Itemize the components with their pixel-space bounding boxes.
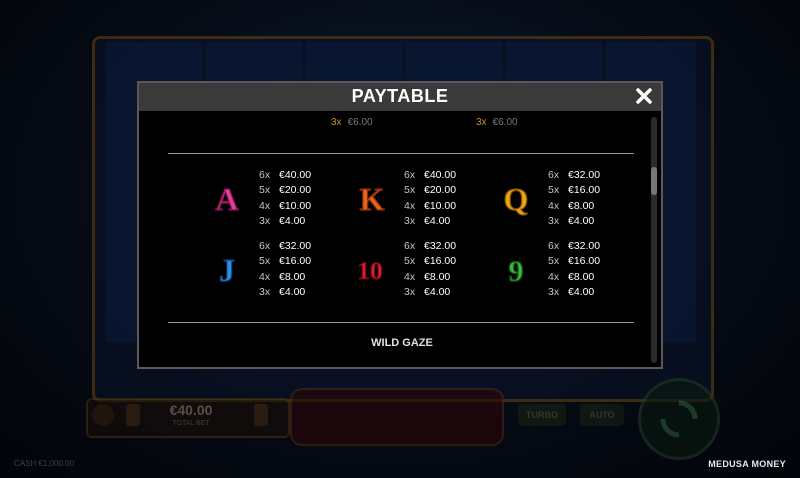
turbo-button[interactable]: TURBO — [518, 404, 566, 426]
bottom-controls: €40.00 TOTAL BET TURBO AUTO — [86, 388, 714, 446]
payout-list-10: 6x €32.00 5x €16.00 4x €8.00 3x €4.00 — [404, 240, 457, 299]
symbol-9-icon: 9 — [508, 254, 524, 288]
svg-text:K: K — [360, 181, 385, 217]
payout-list-q: 6x €32.00 5x €16.00 4x €8.00 3x €4.00 — [548, 169, 601, 228]
refresh-icon — [660, 400, 698, 438]
svg-text:10: 10 — [357, 256, 382, 285]
divider — [168, 322, 634, 323]
symbol-j-icon: J — [218, 251, 235, 288]
partial-payout-row: 3x €6.00 — [476, 117, 518, 128]
scrollbar-thumb[interactable] — [651, 167, 657, 195]
total-bet-label: TOTAL BET — [172, 420, 210, 427]
svg-text:9: 9 — [509, 255, 524, 288]
scrollbar[interactable] — [651, 117, 657, 363]
close-button[interactable] — [633, 85, 655, 107]
paytable-modal: PAYTABLE 3x €6.00 3x €6.00 A 6x €40.00 5x €2… — [137, 81, 663, 369]
total-bet-value: €40.00 — [169, 402, 213, 418]
close-icon — [636, 88, 652, 104]
svg-text:J: J — [219, 252, 235, 288]
info-button[interactable] — [92, 404, 114, 426]
game-brand: MEDUSA MONEY — [708, 459, 786, 469]
section-title-wild-gaze: WILD GAZE — [371, 337, 433, 349]
symbol-q-icon: Q — [503, 180, 529, 217]
symbol-a-icon: A — [215, 180, 239, 217]
spin-button[interactable] — [638, 378, 720, 460]
paytable-content[interactable]: 3x €6.00 3x €6.00 A 6x €40.00 5x €20.00 4x €1… — [139, 111, 661, 369]
payout-list-a: 6x €40.00 5x €20.00 4x €10.00 3x €4.00 — [259, 169, 312, 228]
symbol-k-icon: K — [359, 180, 385, 217]
divider — [168, 153, 634, 154]
symbol-10-icon: 10 — [357, 255, 384, 285]
bet-increase-button[interactable] — [254, 404, 268, 426]
svg-text:A: A — [215, 181, 238, 217]
svg-text:Q: Q — [504, 181, 529, 217]
spin-panel — [290, 388, 504, 446]
payout-list-9: 6x €32.00 5x €16.00 4x €8.00 3x €4.00 — [548, 240, 601, 299]
payout-list-j: 6x €32.00 5x €16.00 4x €8.00 3x €4.00 — [259, 240, 312, 299]
bet-decrease-button[interactable] — [126, 404, 140, 426]
partial-payout-row: 3x €6.00 — [331, 117, 373, 128]
multiplier: 3x — [476, 117, 487, 128]
modal-title: PAYTABLE — [351, 86, 449, 106]
balance-info: CASH €1,000.00 — [14, 459, 75, 468]
auto-button[interactable]: AUTO — [580, 404, 624, 426]
multiplier: 3x — [331, 117, 342, 128]
payout-amount: €6.00 — [492, 117, 518, 128]
modal-header: PAYTABLE — [139, 83, 661, 111]
payout-amount: €6.00 — [347, 117, 373, 128]
payout-list-k: 6x €40.00 5x €20.00 4x €10.00 3x €4.00 — [404, 169, 457, 228]
